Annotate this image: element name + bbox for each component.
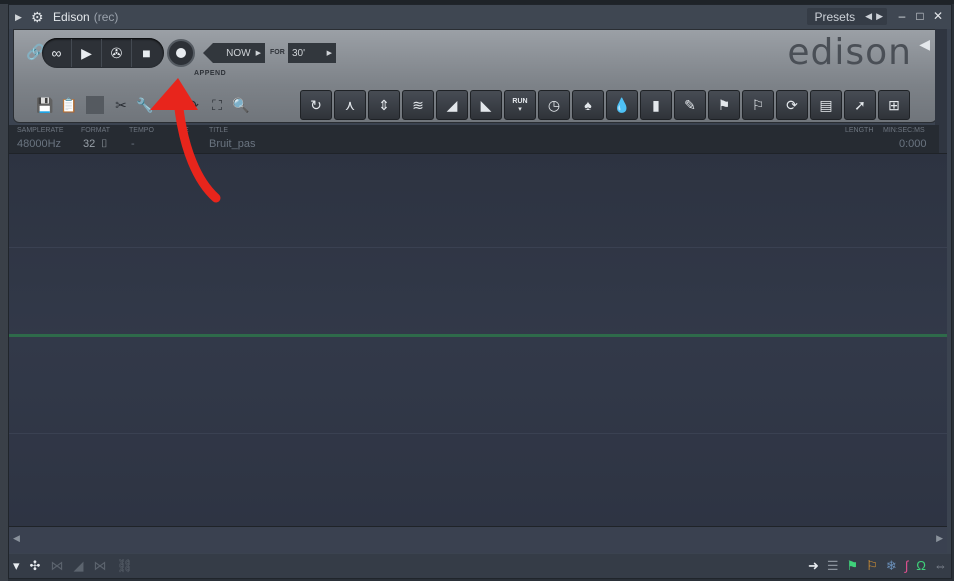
divider <box>86 96 104 114</box>
presets-label: Presets <box>814 9 856 24</box>
grid-line <box>9 433 947 434</box>
noise-gate-button[interactable]: ≋ <box>402 90 434 120</box>
prev-preset-icon[interactable]: ◀ <box>865 11 872 22</box>
edison-window: ▶ ⚙ Edison (rec) Presets ◀ ▶ – □ ✕ 🔗 ∞ ▶… <box>8 4 952 579</box>
append-label[interactable]: APPEND <box>194 70 226 77</box>
run-script-button[interactable]: RUN ▾ <box>504 90 536 120</box>
wrench-icon[interactable]: 🔧 <box>136 96 154 114</box>
zoom-icon[interactable]: 🔍 <box>232 96 250 114</box>
bowtie-icon[interactable]: ⋈ <box>93 558 106 574</box>
marker-region-button[interactable]: ⚐ <box>742 90 774 120</box>
bars-button[interactable]: ▮ <box>640 90 672 120</box>
scroll-right-icon[interactable]: ▶ <box>936 533 943 544</box>
flag-icon[interactable]: ⚐ <box>866 558 878 574</box>
snowflake-icon[interactable]: ❄ <box>886 558 897 574</box>
split-icon[interactable]: ⋈ <box>50 558 63 574</box>
minsec-value: 0:000 <box>899 138 927 150</box>
loop-process-button[interactable]: ⟳ <box>776 90 808 120</box>
duration-value: 30' <box>292 47 306 59</box>
marker-add-button[interactable]: ⚑ <box>708 90 740 120</box>
maximize-icon[interactable]: □ <box>913 9 927 23</box>
title-label: TITLE <box>209 127 229 134</box>
cut-icon[interactable]: ✂ <box>112 96 130 114</box>
fade-out-button[interactable]: ◣ <box>470 90 502 120</box>
for-label: FOR <box>270 49 285 56</box>
play-button[interactable]: ▶ <box>72 39 102 67</box>
select-all-icon[interactable]: ⛶ <box>208 96 226 114</box>
fade-in-button[interactable]: ◢ <box>436 90 468 120</box>
undo-icon[interactable]: ↶ <box>160 96 178 114</box>
reverse-button[interactable]: ↻ <box>300 90 332 120</box>
normalize-button[interactable]: ⋏ <box>334 90 366 120</box>
window-title: Edison <box>53 10 90 24</box>
stop-button[interactable]: ■ <box>132 39 161 67</box>
resize-icon[interactable]: ⇔ <box>934 558 947 574</box>
title-bar[interactable]: ▶ ⚙ Edison (rec) Presets ◀ ▶ – □ ✕ <box>9 5 951 29</box>
minsec-label: MIN:SEC:MS <box>883 127 925 134</box>
insert-button[interactable]: ⊞ <box>878 90 910 120</box>
speaker-icon[interactable]: ◀ <box>919 36 930 53</box>
magnet-icon[interactable]: Ω <box>916 558 926 574</box>
transport-controls: ∞ ▶ ✇ ■ <box>42 38 164 68</box>
right-toolbar: ↻ ⋏ ⇕ ≋ ◢ ◣ RUN ▾ ◷ ♠ 💧 ▮ ✎ ⚑ ⚐ ⟳ ▤ ➚ ⊞ <box>300 90 910 120</box>
edison-logo: edison <box>787 32 912 73</box>
record-button[interactable] <box>167 39 195 67</box>
markers-icon[interactable]: ⚑ <box>847 558 859 574</box>
record-mode-button[interactable]: ✇ <box>102 39 132 67</box>
control-panel: 🔗 ∞ ▶ ✇ ■ APPEND NOW ▶ FOR 30' ▶ edison ◀ … <box>13 29 937 123</box>
horizontal-scrollbar[interactable]: ◀ ▶ <box>9 526 947 553</box>
chain-icon[interactable]: ⛓ <box>116 558 133 574</box>
duration-arrow-icon: ▶ <box>326 50 332 57</box>
tempo-value[interactable]: - <box>131 138 135 150</box>
presets-selector[interactable]: Presets ◀ ▶ <box>807 8 887 25</box>
list-icon[interactable]: ☰ <box>827 558 839 574</box>
dropdown-icon[interactable]: ▾ <box>13 558 20 574</box>
waveform-area[interactable] <box>9 153 947 526</box>
paste-icon[interactable]: 📋 <box>60 96 78 114</box>
spectrum-button[interactable]: ♠ <box>572 90 604 120</box>
zero-line <box>9 334 947 337</box>
next-preset-icon[interactable]: ▶ <box>876 11 883 22</box>
samplerate-value: 48000Hz <box>17 138 62 150</box>
pen-button[interactable]: ✎ <box>674 90 706 120</box>
format-label: FORMAT <box>81 127 111 134</box>
scroll-left-icon[interactable]: ◀ <box>13 533 20 544</box>
run-label: RUN <box>512 97 528 105</box>
now-label: NOW <box>226 47 251 59</box>
window-subtitle: (rec) <box>93 10 119 24</box>
left-toolbar: 💾 📋 ✂ 🔧 ↶ ↷ ⛶ 🔍 <box>36 96 250 114</box>
menu-arrow-icon[interactable]: ▶ <box>15 12 25 23</box>
grid-line <box>9 247 947 248</box>
length-label: LENGTH <box>845 127 874 134</box>
record-dot-icon <box>176 48 186 58</box>
tempo-label: TEMPO <box>129 127 154 134</box>
now-arrow-icon: ▶ <box>255 50 261 57</box>
save-sample-button[interactable]: ▤ <box>810 90 842 120</box>
info-bar: SAMPLERATE 48000Hz FORMAT 32 ⌷ TEMPO - E… <box>9 125 939 153</box>
background-left-strip <box>0 4 8 581</box>
gear-icon[interactable]: ⚙ <box>31 10 45 24</box>
time-button[interactable]: ◷ <box>538 90 570 120</box>
extra-label: E <box>184 127 189 134</box>
loop-button[interactable]: ∞ <box>42 39 72 67</box>
samplerate-label: SAMPLERATE <box>17 127 64 134</box>
minimize-icon[interactable]: – <box>895 9 909 23</box>
curve-icon[interactable]: ∫ <box>905 558 909 574</box>
arrow-right-icon[interactable]: ➜ <box>808 558 819 574</box>
now-selector[interactable]: NOW ▶ <box>203 43 265 63</box>
title-value[interactable]: Bruit_pas <box>209 138 255 150</box>
save-icon[interactable]: 💾 <box>36 96 54 114</box>
waveform-view-icon[interactable]: ✣ <box>30 558 41 574</box>
format-value[interactable]: 32 <box>83 138 95 150</box>
close-icon[interactable]: ✕ <box>931 9 945 23</box>
select-cursor-button[interactable]: ➚ <box>844 90 876 120</box>
duration-selector[interactable]: 30' ▶ <box>288 43 336 63</box>
redo-icon[interactable]: ↷ <box>184 96 202 114</box>
bottom-toolbar: ▾ ✣ ⋈ ◢ ⋈ ⛓ ➜ ☰ ⚑ ⚐ ❄ ∫ Ω ⇔ <box>9 554 951 578</box>
triangle-icon[interactable]: ◢ <box>73 558 83 574</box>
format-icon[interactable]: ⌷ <box>101 138 108 151</box>
amplify-button[interactable]: ⇕ <box>368 90 400 120</box>
drop-button[interactable]: 💧 <box>606 90 638 120</box>
